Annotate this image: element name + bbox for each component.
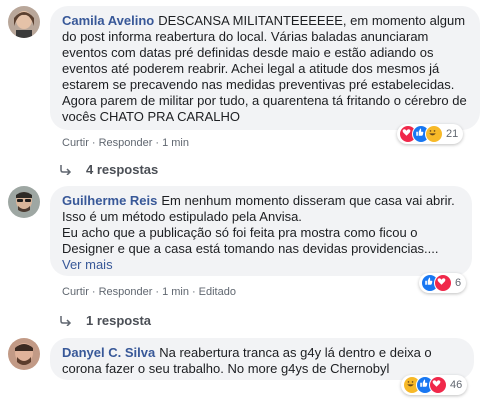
like-link[interactable]: Curtir [62,137,89,149]
comment-bubble: Guilherme Reis Em nenhum momento disseram… [50,186,472,276]
avatar[interactable] [8,6,40,38]
comment-text: DESCANSA MILITANTEEEEEE, em momento algu… [62,13,471,124]
comment-author[interactable]: Danyel C. Silva [62,345,155,360]
like-link[interactable]: Curtir [62,286,89,298]
comment-author[interactable]: Camila Avelino [62,13,154,28]
love-reaction-icon [434,274,452,292]
love-reaction-icon [429,376,447,394]
see-more-link[interactable]: Ver mais [62,257,460,273]
edited-label: Editado [198,286,236,298]
reaction-count: 21 [446,128,459,140]
replies-count: 1 resposta [86,313,152,328]
comment-time[interactable]: 1 min [162,137,189,149]
reaction-count: 46 [450,379,463,391]
comment-camila: Camila Avelino DESCANSA MILITANTEEEEEE, e… [8,6,489,149]
reply-link[interactable]: Responder [99,286,153,298]
comment-time[interactable]: 1 min [162,286,189,298]
reactions-summary[interactable]: 46 [401,375,468,395]
comment-bubble: Danyel C. Silva Na reabertura tranca as g… [50,338,474,380]
view-replies-link[interactable]: 4 respostas [60,162,158,177]
reply-link[interactable]: Responder [99,137,153,149]
replies-count: 4 respostas [86,162,159,177]
reply-arrow-icon [60,315,72,326]
haha-reaction-icon [425,125,443,143]
avatar[interactable] [8,338,40,370]
comment-actions: Curtir · Responder · 1 min · Editado [62,286,236,298]
comment-guilherme: Guilherme Reis Em nenhum momento disseram… [8,186,489,306]
comment-bubble: Camila Avelino DESCANSA MILITANTEEEEEE, e… [50,6,480,130]
comment-actions: Curtir · Responder · 1 min [62,137,189,149]
comment-danyel: Danyel C. Silva Na reabertura tranca as g… [8,338,489,404]
avatar[interactable] [8,186,40,218]
view-replies-link[interactable]: 1 resposta [60,313,151,328]
comment-author[interactable]: Guilherme Reis [62,193,157,208]
reaction-count: 6 [455,277,462,289]
reactions-summary[interactable]: 6 [419,273,467,293]
reactions-summary[interactable]: 21 [397,124,464,144]
reply-arrow-icon [60,164,72,175]
